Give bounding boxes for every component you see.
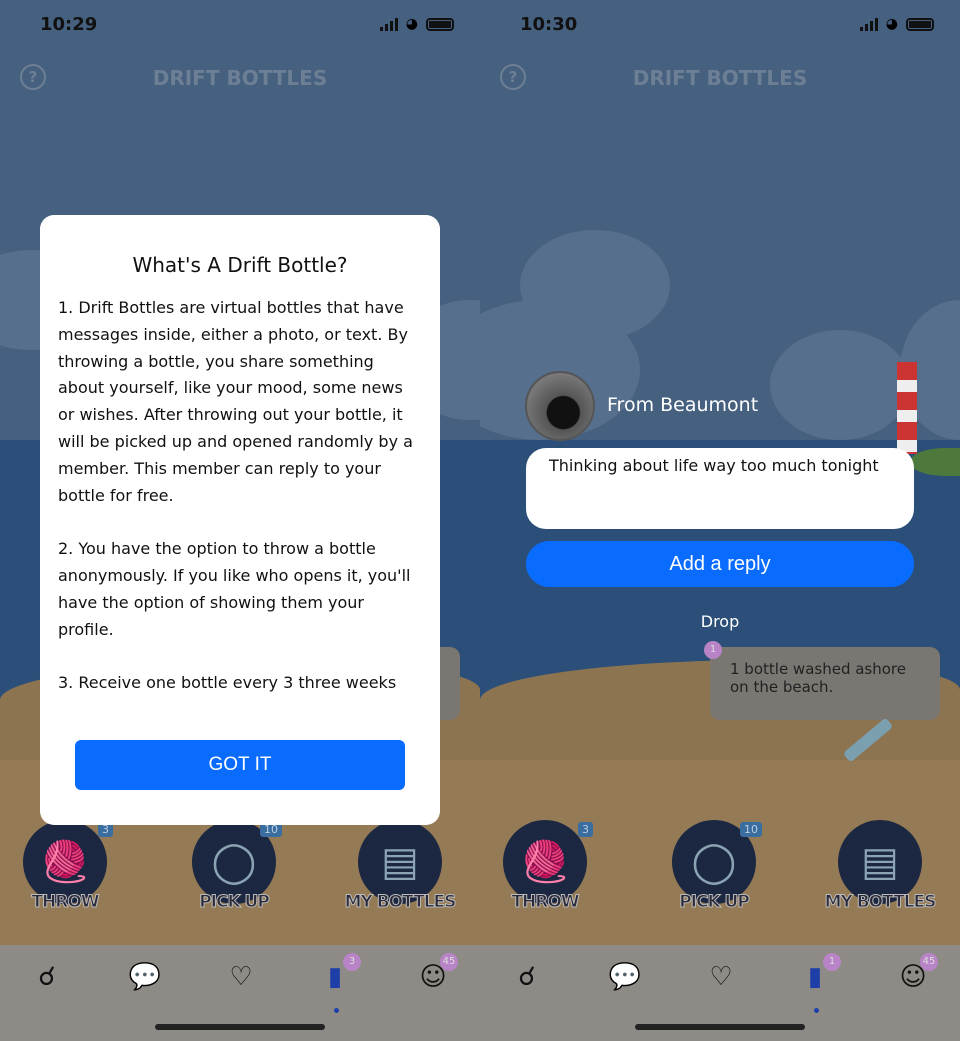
drop-button[interactable]: Drop [680,612,760,631]
notice-text: 1 bottle washed ashore on the beach. [730,660,906,696]
sender-name: From Beaumont [607,394,759,416]
status-icons: ◕ [379,16,454,32]
my-bottles-label: MY BOTTLES [344,892,457,913]
got-it-button[interactable]: GOT IT [75,740,405,790]
wifi-icon: ◕ [885,16,898,32]
add-reply-button[interactable]: Add a reply [526,541,914,587]
my-bottles-label: MY BOTTLES [824,892,937,913]
tab-search-icon[interactable]: ☌ [510,962,544,996]
cloud [770,330,910,440]
bottle-tab-badge: 3 [343,953,361,971]
wifi-icon: ◕ [405,16,418,32]
profile-tab-badge: 45 [920,953,938,971]
pickup-count-badge: 10 [740,822,762,837]
status-icons: ◕ [859,16,934,32]
signal-icon [379,17,398,31]
tab-heart-icon[interactable]: ♡ [224,962,258,996]
modal-title: What's A Drift Bottle? [132,253,348,277]
pick-up-label: PICK UP [679,892,751,913]
active-tab-indicator [814,1008,819,1013]
info-modal: What's A Drift Bottle? 1. Drift Bottles … [40,215,440,825]
throw-label: THROW [31,892,100,913]
battery-icon [906,17,934,31]
profile-tab-badge: 45 [440,953,458,971]
page-title: DRIFT BOTTLES [632,66,808,90]
tab-chat-icon[interactable]: 💬 [608,962,642,996]
notice-badge: 1 [704,641,722,659]
battery-icon [426,17,454,31]
home-indicator[interactable] [155,1024,325,1030]
bottle-tab-badge: 1 [823,953,841,971]
status-time: 10:30 [520,14,578,35]
pick-up-label: PICK UP [199,892,271,913]
tab-chat-icon[interactable]: 💬 [128,962,162,996]
tab-search-icon[interactable]: ☌ [30,962,64,996]
phone-screen-left: 10:29 ◕ ? DRIFT BOTTLES 🧶 3 THROW ◯ 10 PIC… [0,0,480,1041]
bottle-message: Thinking about life way too much tonight [526,448,914,529]
throw-label: THROW [511,892,580,913]
active-tab-indicator [334,1008,339,1013]
tab-heart-icon[interactable]: ♡ [704,962,738,996]
home-indicator[interactable] [635,1024,805,1030]
lighthouse-illustration [897,362,917,454]
notice-bubble[interactable]: 1 bottle washed ashore on the beach. [710,647,940,720]
sender-avatar[interactable] [525,371,595,441]
throw-count-badge: 3 [578,822,593,837]
signal-icon [859,17,878,31]
status-time: 10:29 [40,14,98,35]
modal-body[interactable]: 1. Drift Bottles are virtual bottles tha… [58,295,424,705]
page-title: DRIFT BOTTLES [152,66,328,90]
